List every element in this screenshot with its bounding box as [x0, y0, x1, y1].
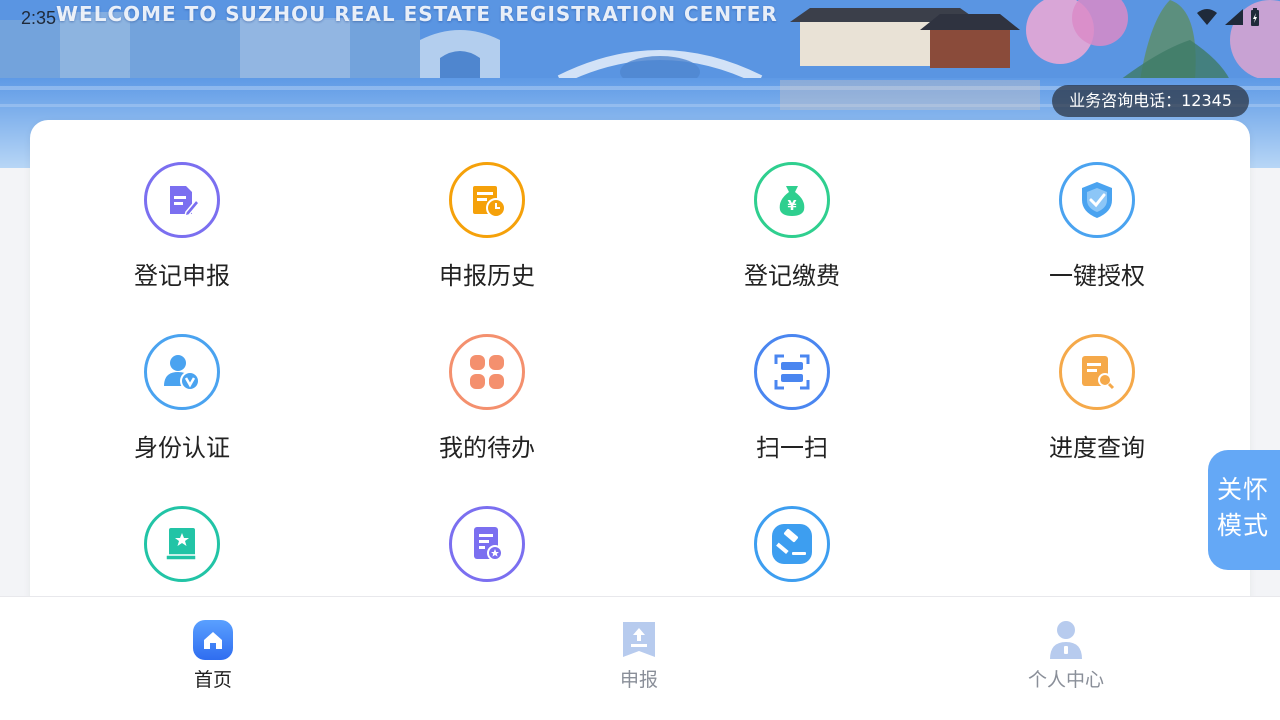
grid-item-auction[interactable]	[692, 506, 892, 600]
nav-item-profile[interactable]: 个人中心	[986, 619, 1146, 692]
grid-label: 进度查询	[1049, 434, 1145, 462]
grid-label: 扫一扫	[756, 434, 828, 462]
book-star-icon	[144, 506, 220, 582]
grid-item-records[interactable]	[387, 506, 587, 600]
grid-item-identity[interactable]: 身份认证	[82, 334, 282, 463]
care-mode-line2: 模式	[1217, 511, 1270, 540]
nav-item-declare[interactable]: 申报	[559, 619, 719, 692]
file-edit-icon	[144, 162, 220, 238]
user-verify-icon	[144, 334, 220, 410]
search-doc-icon	[1059, 334, 1135, 410]
history-doc-icon	[449, 162, 525, 238]
grid-label: 登记缴费	[744, 262, 840, 290]
bottom-nav: 首页 申报 个人中心	[0, 596, 1280, 720]
grid-label: 申报历史	[439, 262, 535, 290]
status-icons	[1196, 7, 1260, 27]
nav-label: 个人中心	[1027, 669, 1104, 691]
grid-item-certificate[interactable]	[82, 506, 282, 600]
grid-label: 一键授权	[1049, 262, 1145, 290]
nav-item-home[interactable]: 首页	[133, 619, 293, 692]
upload-doc-icon	[618, 619, 660, 661]
service-grid-card: 登记申报 申报历史 ¥ 登记缴费 一键授权 身份认证 我的待办 扫一扫 进度查询	[30, 120, 1250, 640]
cellular-signal-icon	[1225, 9, 1243, 25]
hotline-badge[interactable]: 业务咨询电话：12345	[1052, 85, 1249, 117]
grid-item-scan[interactable]: 扫一扫	[692, 334, 892, 463]
grid-item-payment[interactable]: ¥ 登记缴费	[692, 162, 892, 291]
grid-item-history[interactable]: 申报历史	[387, 162, 587, 291]
grid-item-progress[interactable]: 进度查询	[997, 334, 1197, 463]
battery-icon	[1251, 8, 1259, 26]
svg-text:¥: ¥	[787, 199, 796, 214]
banner-title: WELCOME TO SUZHOU REAL ESTATE REGISTRATI…	[56, 2, 778, 26]
grid-label: 登记申报	[134, 262, 230, 290]
doc-star-icon	[449, 506, 525, 582]
home-icon	[192, 619, 234, 661]
grid-label: 身份认证	[134, 434, 230, 462]
scan-icon	[754, 334, 830, 410]
shield-check-icon	[1059, 162, 1135, 238]
grid-item-todo[interactable]: 我的待办	[387, 334, 587, 463]
nav-label: 首页	[193, 669, 232, 691]
gavel-icon	[754, 506, 830, 582]
grid-four-icon	[449, 334, 525, 410]
care-mode-button[interactable]: 关怀 模式	[1208, 450, 1280, 570]
grid-item-authorize[interactable]: 一键授权	[997, 162, 1197, 291]
money-bag-icon: ¥	[754, 162, 830, 238]
status-time: 2:35	[21, 8, 57, 28]
grid-label: 我的待办	[439, 434, 535, 462]
care-mode-line1: 关怀	[1217, 475, 1270, 504]
nav-label: 申报	[619, 669, 658, 691]
grid-item-registration[interactable]: 登记申报	[82, 162, 282, 291]
wifi-icon	[1197, 9, 1217, 25]
person-icon	[1045, 619, 1087, 661]
